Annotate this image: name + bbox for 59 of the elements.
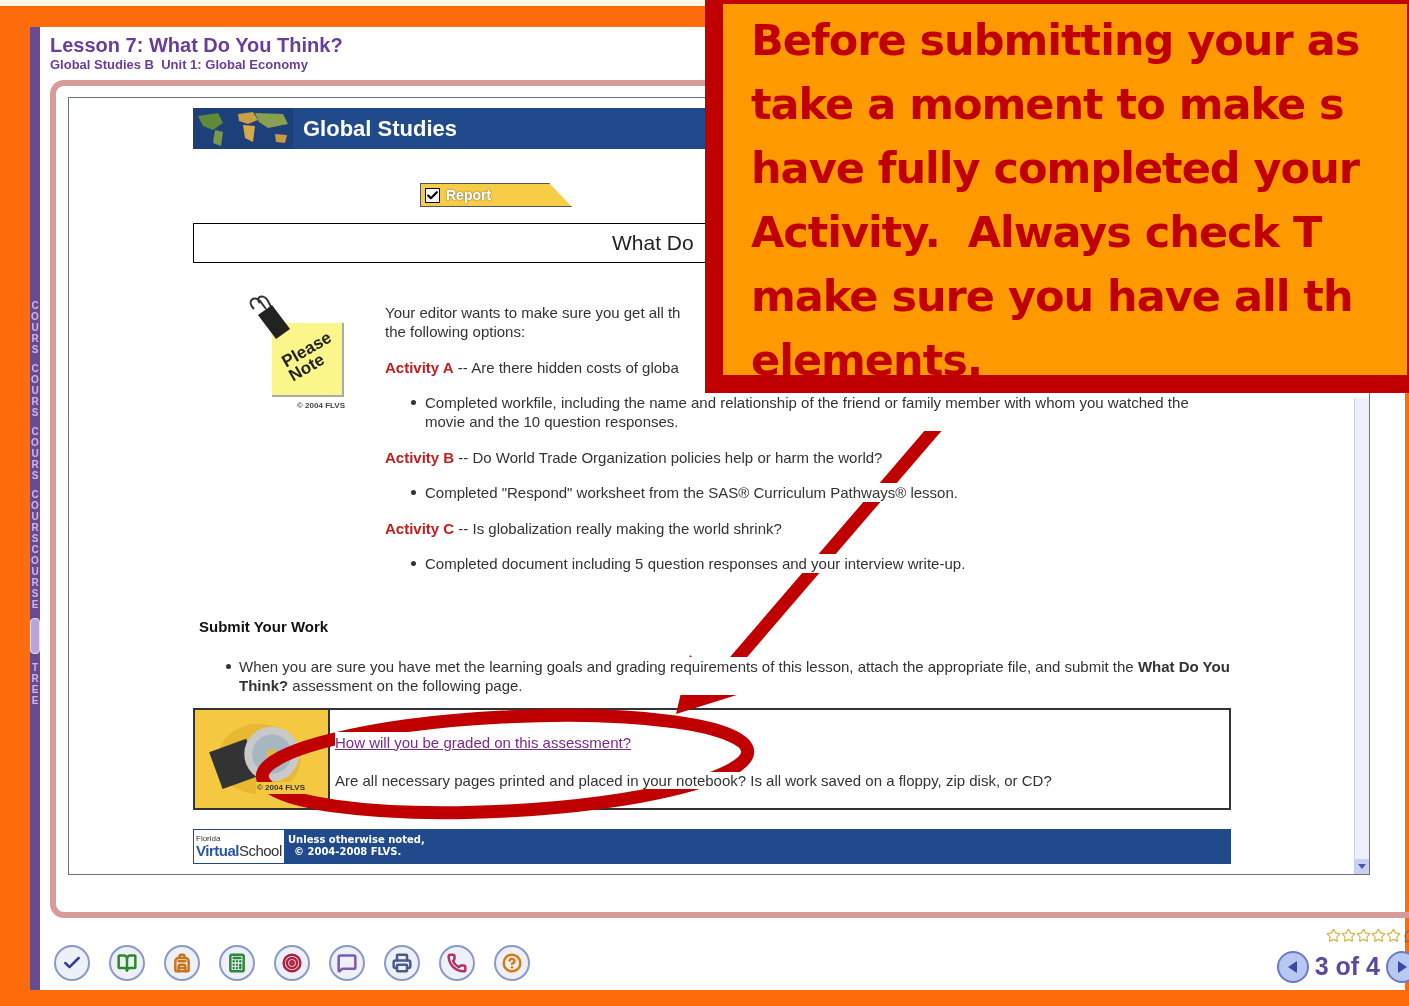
- bullet-icon: [411, 490, 416, 495]
- help-icon[interactable]: [494, 945, 530, 981]
- book-icon[interactable]: [109, 945, 145, 981]
- scrollbar[interactable]: [1354, 398, 1369, 874]
- image-credit: © 2004 FLVS: [297, 400, 345, 412]
- activity-question: Activity C -- Is globalization really making the world shrink?: [385, 519, 782, 538]
- lesson-title: Lesson 7: What Do You Think?: [50, 33, 343, 57]
- previous-page-button[interactable]: [1276, 950, 1309, 983]
- requirement-text: Completed "Respond" worksheet from the SAS® Curriculum Pathways® lesson.: [425, 483, 958, 502]
- submit-text: When you are sure you have met the learning goals and grading requirements of this lesson, attach the appropriate file, and submit the What Do You Think? assessment on the following page.: [239, 656, 1231, 695]
- bullet-icon: [411, 561, 416, 566]
- section-heading: What Do: [612, 230, 694, 257]
- callout-text: take a moment to make s: [751, 78, 1344, 131]
- callout-text: make sure you have all th: [751, 270, 1353, 323]
- strip-label: COURS: [30, 363, 40, 418]
- grading-link[interactable]: How will you be graded on this assessment?: [335, 731, 631, 754]
- star-icon[interactable]: [1326, 928, 1341, 943]
- lesson-subtitle: Global Studies B Unit 1: Global Economy: [50, 57, 309, 73]
- callout-text: elements.: [751, 334, 983, 387]
- bullet-icon: [411, 400, 416, 405]
- submit-heading: Submit Your Work: [199, 617, 330, 637]
- activity-question: Activity A -- Are there hidden costs of globa: [385, 358, 679, 377]
- intro-text: Your editor wants to make sure you get all th the following options:: [385, 303, 681, 341]
- chat-icon[interactable]: [329, 945, 365, 981]
- requirement-text: Completed document including 5 question responses and your interview write-up.: [425, 554, 966, 573]
- strip-label: TREE: [30, 662, 40, 706]
- school-logo: Florida VirtualSchool: [193, 828, 285, 864]
- backpack-icon[interactable]: [164, 945, 200, 981]
- callout-text: Before submitting your as: [751, 14, 1360, 67]
- callout-text: have fully completed your: [751, 142, 1359, 195]
- activity-question: Activity B -- Do World Trade Organization policies help or harm the world?: [385, 448, 883, 467]
- printer-icon[interactable]: [384, 945, 420, 981]
- strip-handle[interactable]: [30, 618, 40, 654]
- star-icon[interactable]: [1341, 928, 1356, 943]
- star-rating[interactable]: [1326, 928, 1401, 943]
- star-icon[interactable]: [1371, 928, 1386, 943]
- check-icon[interactable]: [54, 945, 90, 981]
- scroll-down-button[interactable]: [1355, 859, 1369, 874]
- star-icon[interactable]: [1356, 928, 1371, 943]
- strip-label: COURS: [30, 426, 40, 481]
- next-page-button[interactable]: [1386, 950, 1409, 983]
- calculator-icon[interactable]: [219, 945, 255, 981]
- callout-text: Activity. Always check T: [751, 206, 1322, 259]
- bullet-icon: [226, 663, 231, 669]
- fax-icon[interactable]: [439, 945, 475, 981]
- checklist-text: Are all necessary pages printed and placed in your notebook? Is all work saved on a floppy, zip disk, or CD?: [335, 772, 1052, 789]
- check-icon: [426, 188, 439, 202]
- strip-label: COURS: [30, 300, 40, 355]
- copyright-notice: Unless otherwise noted, © 2004-2008 FLVS.: [288, 834, 425, 858]
- left-triangle-icon: [1288, 960, 1298, 973]
- banner-title: Global Studies: [303, 115, 458, 143]
- report-checkbox[interactable]: [425, 187, 440, 203]
- down-triangle-icon: [1358, 864, 1366, 869]
- target-icon[interactable]: [274, 945, 310, 981]
- strip-label: COURSCOURSE: [30, 489, 40, 610]
- page-counter: 3 of 4: [1314, 951, 1380, 982]
- right-triangle-icon: [1397, 960, 1407, 973]
- star-icon[interactable]: [1386, 928, 1401, 943]
- course-tree-strip[interactable]: COURS COURS COURS COURSCOURSE TREE: [30, 27, 40, 990]
